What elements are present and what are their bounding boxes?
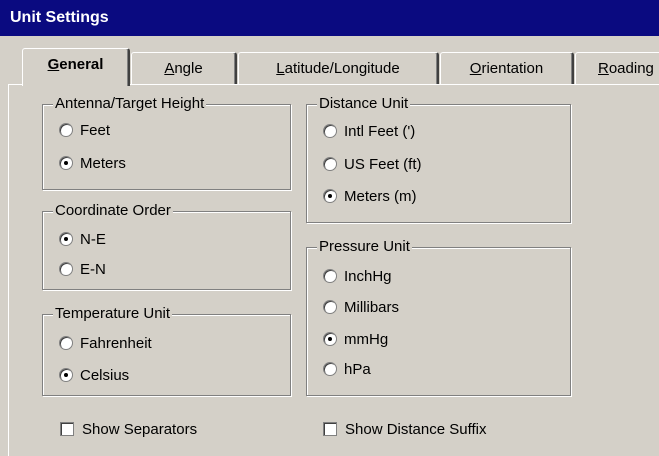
radio-meters-m[interactable]: Meters (m) (323, 187, 417, 207)
radio-celsius[interactable]: Celsius (59, 366, 129, 386)
checkbox-box[interactable] (60, 422, 74, 437)
radio-button[interactable] (59, 336, 73, 351)
group-pressure-unit: Pressure Unit InchHg Millibars mmHg hPa (306, 238, 571, 396)
group-coordinate-order: Coordinate Order N-E E-N (42, 202, 291, 290)
radio-button[interactable] (323, 332, 337, 347)
tab-general[interactable]: General (22, 48, 130, 86)
tab-roading[interactable]: Roading (575, 52, 659, 84)
group-temperature-unit: Temperature Unit Fahrenheit Celsius (42, 305, 291, 396)
group-title: Coordinate Order (53, 202, 173, 220)
radio-feet[interactable]: Feet (59, 121, 110, 141)
group-antenna-height: Antenna/Target Height Feet Meters (42, 95, 291, 190)
tab-angle[interactable]: Angle (131, 52, 237, 85)
tab-latitude-longitude[interactable]: Latitude/Longitude (238, 52, 439, 85)
group-title: Antenna/Target Height (53, 95, 207, 113)
radio-button[interactable] (59, 123, 73, 138)
group-title: Pressure Unit (317, 238, 412, 256)
radio-button[interactable] (59, 232, 73, 247)
radio-button[interactable] (323, 362, 337, 377)
radio-mmhg[interactable]: mmHg (323, 330, 388, 350)
radio-button[interactable] (323, 157, 337, 172)
radio-button[interactable] (323, 300, 337, 315)
radio-meters[interactable]: Meters (59, 154, 126, 174)
radio-fahrenheit[interactable]: Fahrenheit (59, 334, 152, 354)
radio-button[interactable] (59, 262, 73, 277)
radio-button[interactable] (323, 124, 337, 139)
radio-button[interactable] (59, 368, 73, 383)
window-title: Unit Settings (10, 9, 109, 26)
group-title: Distance Unit (317, 95, 411, 113)
radio-millibars[interactable]: Millibars (323, 298, 399, 318)
tab-orientation[interactable]: Orientation (440, 52, 574, 85)
radio-button[interactable] (323, 269, 337, 284)
radio-intl-feet[interactable]: Intl Feet (') (323, 122, 415, 142)
title-bar: Unit Settings (0, 0, 659, 36)
checkbox-show-distance-suffix[interactable]: Show Distance Suffix (323, 420, 486, 440)
checkbox-box[interactable] (323, 422, 337, 437)
group-distance-unit: Distance Unit Intl Feet (') US Feet (ft)… (306, 95, 571, 223)
radio-us-feet[interactable]: US Feet (ft) (323, 155, 422, 175)
checkbox-show-separators[interactable]: Show Separators (60, 420, 197, 440)
radio-inchhg[interactable]: InchHg (323, 267, 392, 287)
radio-button[interactable] (323, 189, 337, 204)
radio-hpa[interactable]: hPa (323, 360, 371, 380)
radio-n-e[interactable]: N-E (59, 230, 106, 250)
group-title: Temperature Unit (53, 305, 173, 323)
radio-button[interactable] (59, 156, 73, 171)
radio-e-n[interactable]: E-N (59, 260, 106, 280)
